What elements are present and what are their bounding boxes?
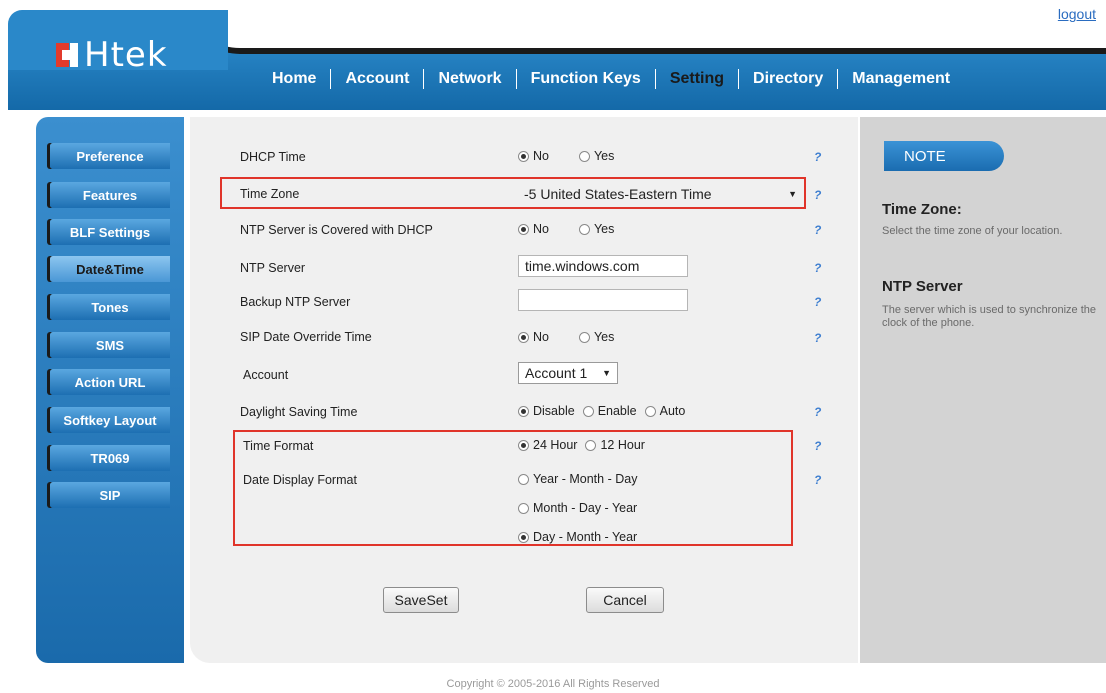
- dst-radios: Disable Enable Auto: [518, 404, 689, 418]
- date-format-ymd[interactable]: Year - Month - Day: [518, 472, 637, 486]
- ntp-server-input[interactable]: time.windows.com: [518, 255, 688, 277]
- dst-enable[interactable]: Enable: [582, 404, 637, 418]
- account-label: Account: [243, 368, 289, 382]
- main-nav: Home Account Network Function Keys Setti…: [258, 67, 964, 91]
- sidebar: Preference Features BLF Settings Date&Ti…: [36, 117, 184, 663]
- dst-label: Daylight Saving Time: [240, 405, 358, 419]
- sip-override-no[interactable]: No: [518, 330, 549, 344]
- radio-icon[interactable]: [518, 405, 529, 417]
- sidebar-item-blf-settings[interactable]: BLF Settings: [50, 219, 170, 245]
- radio-icon[interactable]: [518, 473, 529, 485]
- help-icon[interactable]: ?: [814, 223, 826, 237]
- time-format-12[interactable]: 12 Hour: [585, 438, 645, 452]
- logo-text: Htek: [84, 35, 168, 75]
- radio-icon[interactable]: [578, 331, 590, 343]
- help-icon[interactable]: ?: [814, 150, 826, 164]
- sidebar-item-action-url[interactable]: Action URL: [50, 369, 170, 395]
- ntp-dhcp-radios: No Yes: [518, 222, 640, 236]
- radio-icon[interactable]: [578, 150, 590, 162]
- saveset-button[interactable]: SaveSet: [383, 587, 459, 613]
- nav-home[interactable]: Home: [258, 70, 330, 88]
- help-icon[interactable]: ?: [814, 261, 826, 275]
- dhcp-time-label: DHCP Time: [240, 150, 306, 164]
- ntp-dhcp-yes[interactable]: Yes: [578, 222, 614, 236]
- chevron-down-icon: ▼: [788, 189, 797, 199]
- time-format-label: Time Format: [243, 439, 314, 453]
- highlight-time-date-format: [233, 430, 793, 546]
- account-select[interactable]: Account 1 ▼: [518, 362, 618, 384]
- ntp-dhcp-label: NTP Server is Covered with DHCP: [240, 223, 433, 237]
- htek-logo: Htek: [56, 38, 168, 72]
- sip-override-radios: No Yes: [518, 330, 640, 344]
- note-title-ntp-server: NTP Server: [882, 278, 963, 295]
- dst-auto[interactable]: Auto: [644, 404, 685, 418]
- time-format-24[interactable]: 24 Hour: [518, 438, 577, 452]
- copyright: Copyright © 2005-2016 All Rights Reserve…: [446, 678, 660, 690]
- help-icon[interactable]: ?: [814, 473, 826, 487]
- date-format-mdy[interactable]: Month - Day - Year: [518, 501, 637, 515]
- time-zone-label: Time Zone: [240, 187, 300, 201]
- note-title-time-zone: Time Zone:: [882, 201, 962, 218]
- sidebar-item-sip[interactable]: SIP: [50, 482, 170, 508]
- nav-management[interactable]: Management: [838, 70, 964, 88]
- radio-icon[interactable]: [582, 405, 594, 417]
- radio-icon[interactable]: [518, 502, 529, 514]
- nav-account[interactable]: Account: [331, 70, 423, 88]
- radio-icon[interactable]: [518, 439, 529, 451]
- time-format-radios: 24 Hour 12 Hour: [518, 438, 649, 452]
- sidebar-item-features[interactable]: Features: [50, 182, 170, 208]
- date-format-dmy[interactable]: Day - Month - Year: [518, 530, 637, 544]
- note-text-time-zone: Select the time zone of your location.: [882, 225, 1063, 237]
- header: Htek logout Home Account Network Functio…: [0, 0, 1106, 110]
- note-panel: NOTE Time Zone: Select the time zone of …: [860, 117, 1106, 663]
- radio-icon[interactable]: [518, 150, 529, 162]
- date-format-label: Date Display Format: [243, 473, 357, 487]
- help-icon[interactable]: ?: [814, 188, 826, 202]
- radio-icon[interactable]: [518, 331, 529, 343]
- sidebar-item-tones[interactable]: Tones: [50, 294, 170, 320]
- sidebar-item-preference[interactable]: Preference: [50, 143, 170, 169]
- sidebar-item-tr069[interactable]: TR069: [50, 445, 170, 471]
- help-icon[interactable]: ?: [814, 439, 826, 453]
- nav-directory[interactable]: Directory: [739, 70, 837, 88]
- settings-panel: DHCP Time No Yes ? Time Zone -5 United S…: [190, 117, 858, 663]
- cancel-button[interactable]: Cancel: [586, 587, 664, 613]
- nav-network[interactable]: Network: [424, 70, 515, 88]
- radio-icon[interactable]: [585, 439, 597, 451]
- dst-disable[interactable]: Disable: [518, 404, 575, 418]
- nav-setting[interactable]: Setting: [656, 70, 738, 88]
- dhcp-time-no[interactable]: No: [518, 149, 549, 163]
- dhcp-time-radios: No Yes: [518, 149, 640, 163]
- help-icon[interactable]: ?: [814, 295, 826, 309]
- ntp-server-label: NTP Server: [240, 261, 306, 275]
- sidebar-item-date-time[interactable]: Date&Time: [50, 256, 170, 282]
- backup-ntp-label: Backup NTP Server: [240, 295, 351, 309]
- ntp-dhcp-no[interactable]: No: [518, 222, 549, 236]
- logo-mark-icon: [56, 43, 78, 67]
- note-text-ntp-server: The server which is used to synchronize …: [882, 304, 1096, 329]
- help-icon[interactable]: ?: [814, 405, 826, 419]
- backup-ntp-input[interactable]: [518, 289, 688, 311]
- sidebar-item-sms[interactable]: SMS: [50, 332, 170, 358]
- radio-icon[interactable]: [578, 223, 590, 235]
- sip-override-yes[interactable]: Yes: [578, 330, 614, 344]
- radio-icon[interactable]: [644, 405, 656, 417]
- dhcp-time-yes[interactable]: Yes: [578, 149, 614, 163]
- help-icon[interactable]: ?: [814, 331, 826, 345]
- radio-icon[interactable]: [518, 531, 529, 543]
- chevron-down-icon: ▼: [602, 368, 611, 378]
- logout-link[interactable]: logout: [1058, 6, 1096, 22]
- header-swoosh: [200, 10, 1106, 54]
- note-tab: NOTE: [884, 141, 1004, 171]
- nav-function-keys[interactable]: Function Keys: [517, 70, 655, 88]
- radio-icon[interactable]: [518, 223, 529, 235]
- sidebar-item-softkey-layout[interactable]: Softkey Layout: [50, 407, 170, 433]
- sip-override-label: SIP Date Override Time: [240, 330, 372, 344]
- time-zone-select[interactable]: -5 United States-Eastern Time ▼: [518, 183, 803, 205]
